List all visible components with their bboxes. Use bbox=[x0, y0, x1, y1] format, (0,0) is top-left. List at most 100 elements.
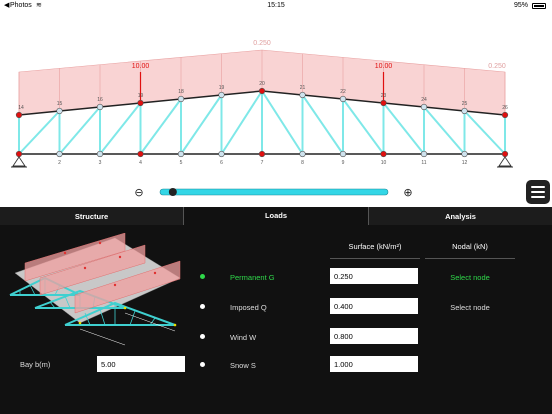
tab-loads[interactable]: Loads bbox=[184, 207, 368, 225]
bottom-node bbox=[56, 150, 63, 158]
bottom-node bbox=[420, 150, 428, 158]
top-node-label: 15 bbox=[57, 101, 63, 107]
peak-load-label: 0.250 bbox=[253, 40, 271, 47]
status-bar: ◀ Photos ≋ 15:15 95% bbox=[0, 0, 552, 12]
zoom-slider-track[interactable] bbox=[159, 188, 389, 196]
top-node bbox=[56, 107, 63, 115]
load-case-label-snow[interactable]: Snow S bbox=[230, 361, 256, 370]
tab-bar: Structure Loads Analysis bbox=[0, 207, 552, 225]
bay-label: Bay b(m) bbox=[20, 360, 51, 369]
wind-surface-input[interactable] bbox=[330, 328, 418, 344]
top-node-label: 19 bbox=[219, 85, 225, 91]
bottom-node-label: 8 bbox=[301, 160, 304, 166]
snow-surface-input[interactable] bbox=[330, 356, 418, 372]
bottom-node-label: 11 bbox=[421, 160, 426, 166]
bottom-node-label: 10 bbox=[381, 160, 387, 166]
diagonal-member bbox=[220, 90, 263, 155]
load-case-dot-imposed[interactable] bbox=[200, 304, 205, 309]
menu-bar-icon bbox=[531, 186, 545, 188]
load-case-dot-wind[interactable] bbox=[200, 334, 205, 339]
bottom-node-label: 12 bbox=[462, 160, 468, 166]
bottom-node bbox=[380, 150, 387, 158]
left-support-icon bbox=[12, 156, 26, 167]
point-load-left-label: 10.00 bbox=[132, 63, 150, 70]
top-node bbox=[501, 111, 509, 119]
bottom-node-label: 3 bbox=[99, 160, 102, 166]
battery-icon bbox=[532, 3, 546, 9]
bottom-node-label: 2 bbox=[58, 160, 61, 166]
bottom-node bbox=[177, 150, 185, 158]
nodal-header-divider bbox=[425, 258, 515, 259]
top-node-label: 14 bbox=[18, 105, 24, 111]
tab-structure[interactable]: Structure bbox=[0, 207, 184, 225]
zoom-in-icon[interactable]: ⊕ bbox=[403, 186, 412, 199]
truss-canvas[interactable]: 0.250 0.250 10.00 10.00 14 15 2 16 3 19 4 18 5 19 6 20 7… bbox=[0, 12, 552, 207]
diagonal-member bbox=[463, 110, 506, 155]
top-node-label: 23 bbox=[381, 93, 387, 99]
imposed-select-node[interactable]: Select node bbox=[425, 303, 515, 312]
top-node bbox=[177, 95, 185, 103]
menu-button[interactable] bbox=[526, 180, 550, 204]
permanent-select-node[interactable]: Select node bbox=[425, 273, 515, 282]
truss-diagram[interactable]: 0.250 0.250 10.00 10.00 14 15 2 16 3 19 4 18 5 19 6 20 7… bbox=[0, 12, 552, 207]
imposed-surface-input[interactable] bbox=[330, 298, 418, 314]
right-end-load-label: 0.250 bbox=[488, 63, 506, 70]
diagonal-member bbox=[301, 94, 344, 155]
top-node bbox=[96, 103, 104, 111]
battery-percent: 95% bbox=[513, 2, 528, 9]
top-node-label: 18 bbox=[178, 89, 184, 95]
top-node-label: 21 bbox=[300, 85, 306, 91]
load-case-dot-snow[interactable] bbox=[200, 362, 205, 367]
bottom-node-label: 5 bbox=[180, 160, 183, 166]
top-node-label: 26 bbox=[502, 105, 508, 111]
load-case-label-imposed[interactable]: Imposed Q bbox=[230, 303, 267, 312]
bottom-node bbox=[218, 150, 225, 158]
top-node bbox=[461, 107, 468, 115]
zoom-slider-thumb[interactable] bbox=[168, 188, 177, 196]
bottom-node bbox=[501, 150, 509, 158]
diagonal-member bbox=[180, 94, 223, 155]
bottom-node bbox=[461, 150, 468, 158]
right-support-icon bbox=[498, 156, 512, 167]
top-node bbox=[299, 91, 306, 99]
nodal-header: Nodal (kN) bbox=[452, 242, 488, 251]
roof-illustration bbox=[9, 233, 181, 346]
loads-panel: Surface (kN/m²) Nodal (kN) Permanent G S… bbox=[0, 225, 552, 414]
diagonal-member bbox=[342, 98, 385, 155]
bottom-node-label: 9 bbox=[342, 160, 345, 166]
bottom-node-label: 7 bbox=[261, 160, 264, 166]
clock: 15:15 bbox=[267, 2, 285, 9]
bottom-node bbox=[15, 150, 23, 158]
menu-bar-icon bbox=[531, 191, 545, 193]
tab-analysis[interactable]: Analysis bbox=[368, 207, 552, 225]
load-case-label-permanent[interactable]: Permanent G bbox=[230, 273, 275, 282]
top-node bbox=[258, 87, 266, 95]
permanent-surface-input[interactable] bbox=[330, 268, 418, 284]
bay-input[interactable] bbox=[97, 356, 185, 372]
bottom-node bbox=[137, 150, 144, 158]
bottom-node bbox=[96, 150, 104, 158]
top-node bbox=[339, 95, 347, 103]
top-node-label: 24 bbox=[421, 97, 427, 103]
diagonal-member bbox=[139, 98, 182, 155]
surface-header-divider bbox=[330, 258, 420, 259]
diagonal-member bbox=[261, 90, 304, 155]
menu-bar-icon bbox=[531, 196, 545, 198]
top-node bbox=[218, 91, 225, 99]
top-node-label: 20 bbox=[259, 81, 265, 87]
load-case-label-wind[interactable]: Wind W bbox=[230, 333, 256, 342]
top-node-label: 22 bbox=[340, 89, 346, 95]
diagonal-member bbox=[18, 110, 61, 155]
load-case-dot-permanent[interactable] bbox=[200, 274, 205, 279]
diagonal-member bbox=[58, 106, 101, 155]
diagonal-member bbox=[99, 102, 142, 155]
bottom-node bbox=[299, 150, 306, 158]
zoom-out-icon[interactable]: ⊖ bbox=[134, 186, 143, 199]
diagonal-member bbox=[382, 102, 425, 155]
top-node bbox=[380, 99, 387, 107]
top-node-label: 19 bbox=[138, 93, 144, 99]
surface-header: Surface (kN/m²) bbox=[348, 242, 402, 251]
point-load-right-label: 10.00 bbox=[375, 63, 393, 70]
bottom-node-label: 4 bbox=[139, 160, 142, 166]
top-node-label: 25 bbox=[462, 101, 468, 107]
